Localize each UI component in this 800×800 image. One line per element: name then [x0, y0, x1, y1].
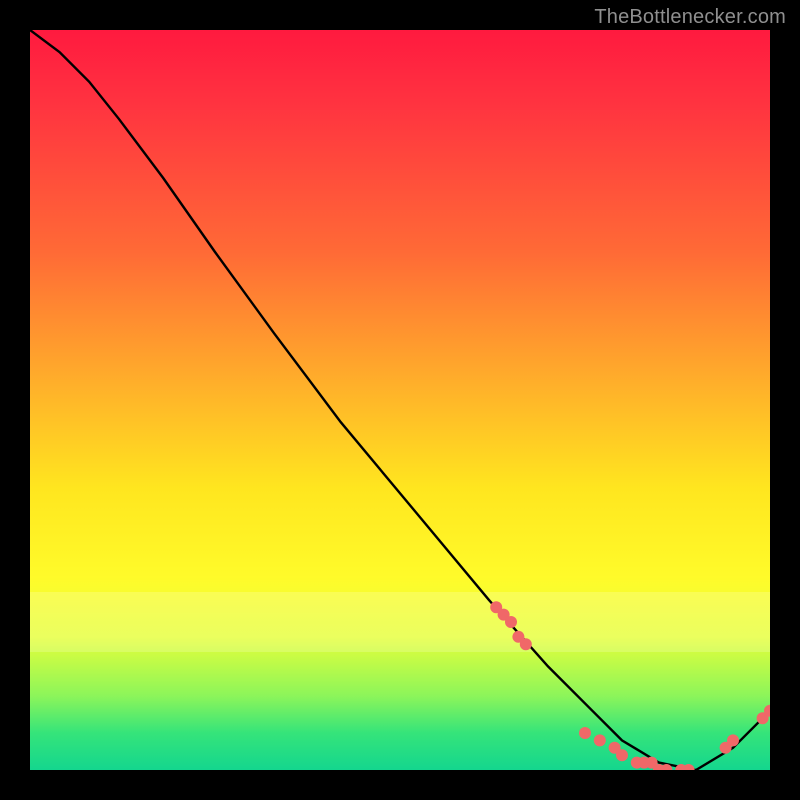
marker-dot — [520, 638, 532, 650]
marker-dot — [594, 734, 606, 746]
plot-area — [30, 30, 770, 770]
marker-dot — [505, 616, 517, 628]
marker-dot — [683, 764, 695, 770]
watermark-text: TheBottlenecker.com — [594, 6, 786, 29]
marker-dot — [727, 734, 739, 746]
bottleneck-curve-line — [30, 30, 770, 770]
chart-frame: TheBottlenecker.com — [0, 0, 800, 800]
marker-dot — [616, 749, 628, 761]
marker-dot — [579, 727, 591, 739]
chart-svg — [30, 30, 770, 770]
